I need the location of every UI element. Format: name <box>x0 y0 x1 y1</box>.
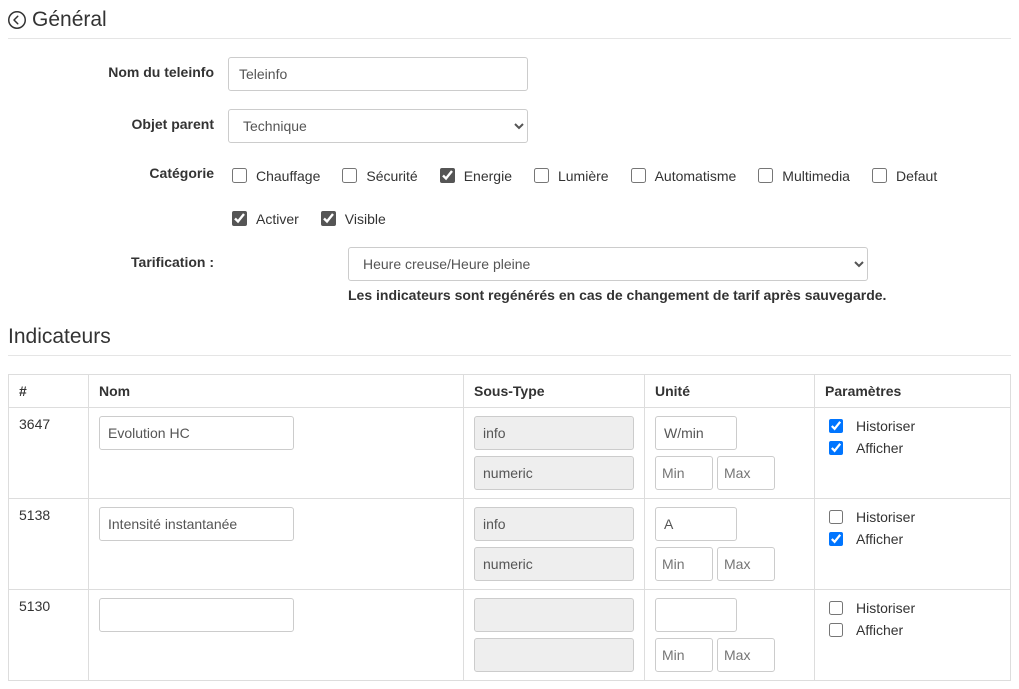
parent-select[interactable]: Technique <box>228 109 528 143</box>
flag-checkbox[interactable] <box>321 211 336 226</box>
row-subtype-input <box>474 598 634 632</box>
param-checkbox[interactable] <box>829 532 843 546</box>
category-checkbox[interactable] <box>758 168 773 183</box>
flag-label: Visible <box>345 211 386 227</box>
row-name: Nom du teleinfo <box>8 57 1011 91</box>
label-tarification: Tarification : <box>8 247 228 270</box>
row-id: 5130 <box>9 590 89 681</box>
row-subtype-input <box>474 507 634 541</box>
category-sécurité[interactable]: Sécurité <box>338 165 417 186</box>
col-st: Sous-Type <box>464 375 645 408</box>
param-hist[interactable]: Historiser <box>825 507 1000 527</box>
flag-activer[interactable]: Activer <box>228 208 299 229</box>
param-checkbox[interactable] <box>829 441 843 455</box>
row-parent: Objet parent Technique <box>8 109 1011 143</box>
category-label: Multimedia <box>782 168 850 184</box>
row-subtype-input <box>474 547 634 581</box>
label-parent: Objet parent <box>8 109 228 132</box>
param-label: Historiser <box>856 418 915 434</box>
table-row: 5138 Historiser Afficher <box>9 499 1011 590</box>
category-automatisme[interactable]: Automatisme <box>627 165 737 186</box>
category-label: Sécurité <box>366 168 417 184</box>
param-label: Afficher <box>856 531 903 547</box>
category-label: Chauffage <box>256 168 320 184</box>
table-row: 5130 Historiser Afficher <box>9 590 1011 681</box>
row-id: 5138 <box>9 499 89 590</box>
name-input[interactable] <box>228 57 528 91</box>
indicators-table: # Nom Sous-Type Unité Paramètres 3647 His… <box>8 374 1011 681</box>
category-label: Lumière <box>558 168 609 184</box>
category-label: Defaut <box>896 168 937 184</box>
row-id: 3647 <box>9 408 89 499</box>
row-unit-input[interactable] <box>655 507 737 541</box>
param-checkbox[interactable] <box>829 419 843 433</box>
row-min-input[interactable] <box>655 638 713 672</box>
category-checkbox[interactable] <box>534 168 549 183</box>
col-nom: Nom <box>89 375 464 408</box>
section-title-general: Général <box>8 8 1011 39</box>
table-row: 3647 Historiser Afficher <box>9 408 1011 499</box>
row-flags: Activer Visible <box>8 204 1011 229</box>
row-max-input[interactable] <box>717 547 775 581</box>
tarification-select[interactable]: Heure creuse/Heure pleine <box>348 247 868 281</box>
row-name-input[interactable] <box>99 598 294 632</box>
param-label: Historiser <box>856 600 915 616</box>
row-min-input[interactable] <box>655 547 713 581</box>
category-lumière[interactable]: Lumière <box>530 165 609 186</box>
row-max-input[interactable] <box>717 456 775 490</box>
category-checkbox[interactable] <box>232 168 247 183</box>
col-unit: Unité <box>645 375 815 408</box>
row-max-input[interactable] <box>717 638 775 672</box>
label-category: Catégorie <box>8 161 228 181</box>
category-label: Automatisme <box>655 168 737 184</box>
category-checkbox[interactable] <box>631 168 646 183</box>
col-param: Paramètres <box>815 375 1011 408</box>
category-checkbox[interactable] <box>872 168 887 183</box>
param-hist[interactable]: Historiser <box>825 416 1000 436</box>
categories-container: Chauffage Sécurité Energie Lumière Automatis… <box>228 161 937 186</box>
category-multimedia[interactable]: Multimedia <box>754 165 850 186</box>
row-name-input[interactable] <box>99 416 294 450</box>
row-min-input[interactable] <box>655 456 713 490</box>
param-checkbox[interactable] <box>829 601 843 615</box>
section-title-text: Général <box>32 8 107 32</box>
param-aff[interactable]: Afficher <box>825 620 1000 640</box>
flag-label: Activer <box>256 211 299 227</box>
back-icon[interactable] <box>8 11 26 29</box>
param-aff[interactable]: Afficher <box>825 529 1000 549</box>
row-subtype-input <box>474 456 634 490</box>
category-checkbox[interactable] <box>342 168 357 183</box>
section-title-indicators: Indicateurs <box>8 325 1011 356</box>
param-label: Afficher <box>856 622 903 638</box>
param-label: Historiser <box>856 509 915 525</box>
category-energie[interactable]: Energie <box>436 165 512 186</box>
row-subtype-input <box>474 416 634 450</box>
category-chauffage[interactable]: Chauffage <box>228 165 320 186</box>
flag-visible[interactable]: Visible <box>317 208 386 229</box>
param-checkbox[interactable] <box>829 510 843 524</box>
row-tarification: Tarification : Heure creuse/Heure pleine… <box>8 247 1011 303</box>
category-label: Energie <box>464 168 512 184</box>
row-unit-input[interactable] <box>655 416 737 450</box>
label-name: Nom du teleinfo <box>8 57 228 80</box>
row-category: Catégorie Chauffage Sécurité Energie Lumièr… <box>8 161 1011 186</box>
flag-checkbox[interactable] <box>232 211 247 226</box>
param-label: Afficher <box>856 440 903 456</box>
row-name-input[interactable] <box>99 507 294 541</box>
param-aff[interactable]: Afficher <box>825 438 1000 458</box>
flags-container: Activer Visible <box>228 204 386 229</box>
col-id: # <box>9 375 89 408</box>
tarification-help: Les indicateurs sont regénérés en cas de… <box>348 287 886 303</box>
param-hist[interactable]: Historiser <box>825 598 1000 618</box>
category-checkbox[interactable] <box>440 168 455 183</box>
row-subtype-input <box>474 638 634 672</box>
row-unit-input[interactable] <box>655 598 737 632</box>
param-checkbox[interactable] <box>829 623 843 637</box>
category-defaut[interactable]: Defaut <box>868 165 937 186</box>
label-flags <box>8 204 228 211</box>
